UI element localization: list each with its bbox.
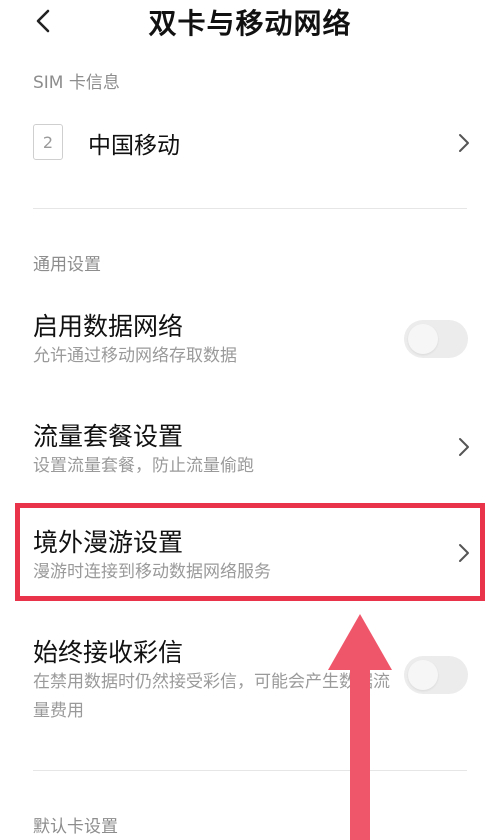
sim-slot-number: 2 [42, 132, 54, 152]
section-label-default-card: 默认卡设置 [33, 817, 118, 837]
row-title: 始终接收彩信 [33, 638, 184, 667]
toggle-knob [408, 660, 438, 690]
header-bar: 双卡与移动网络 [0, 0, 500, 60]
row-title: 境外漫游设置 [33, 528, 184, 557]
always-receive-mms-row[interactable]: 始终接收彩信 在禁用数据时仍然接受彩信，可能会产生数据流量费用 [0, 628, 500, 728]
toggle-knob [408, 324, 438, 354]
always-receive-mms-toggle[interactable] [404, 656, 468, 694]
data-plan-settings-row[interactable]: 流量套餐设置 设置流量套餐，防止流量偷跑 [0, 412, 500, 492]
row-subtitle: 在禁用数据时仍然接受彩信，可能会产生数据流量费用 [33, 672, 390, 721]
carrier-name: 中国移动 [88, 133, 180, 159]
enable-data-toggle[interactable] [404, 320, 468, 358]
row-subtitle: 允许通过移动网络存取数据 [33, 346, 237, 366]
sim-card-row[interactable]: 2 中国移动 [0, 112, 500, 174]
page-title: 双卡与移动网络 [148, 7, 352, 40]
row-subtitle: 漫游时连接到移动数据网络服务 [33, 562, 271, 582]
chevron-right-icon [459, 544, 469, 562]
enable-data-network-row[interactable]: 启用数据网络 允许通过移动网络存取数据 [0, 302, 500, 382]
divider [33, 770, 467, 771]
row-title: 流量套餐设置 [33, 422, 184, 451]
row-title: 启用数据网络 [33, 312, 184, 341]
row-subtitle: 设置流量套餐，防止流量偷跑 [33, 456, 254, 476]
section-label-general: 通用设置 [33, 255, 101, 275]
sim-card-icon: 2 [33, 124, 63, 160]
chevron-right-icon [459, 134, 469, 152]
chevron-right-icon [459, 438, 469, 456]
section-label-sim-info: SIM 卡信息 [33, 73, 120, 93]
divider [33, 208, 467, 209]
roaming-settings-row[interactable]: 境外漫游设置 漫游时连接到移动数据网络服务 [0, 518, 500, 598]
